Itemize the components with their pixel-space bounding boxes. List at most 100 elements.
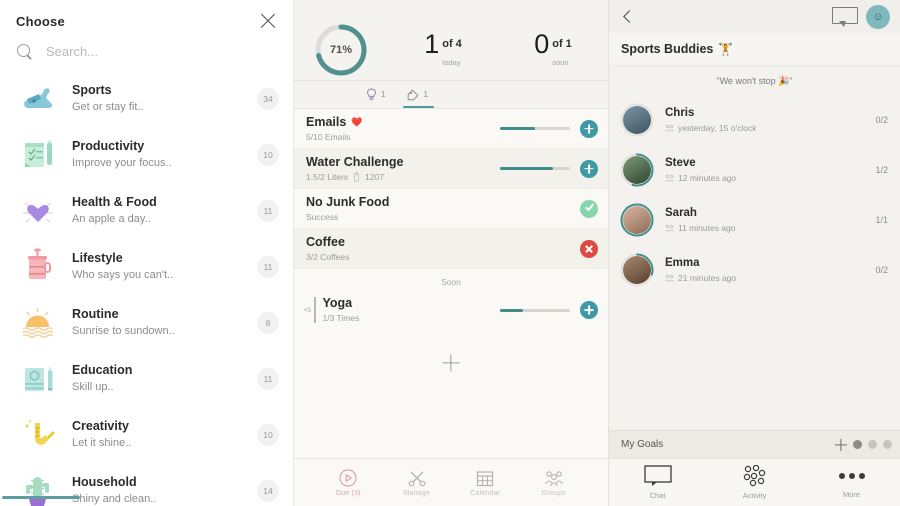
habit-row-no-junk-food[interactable]: No Junk Food Success — [294, 189, 608, 229]
habit-subtitle: 5/10 Emails — [306, 131, 500, 143]
scissors-icon — [408, 471, 426, 486]
close-icon[interactable] — [259, 12, 277, 30]
category-row-health-food[interactable]: Health & Food An apple a day.. 11 — [0, 183, 293, 239]
tab-activity-label: Activity — [742, 491, 767, 500]
avatar[interactable] — [620, 253, 654, 287]
people-icon — [544, 470, 563, 486]
category-text: Education Skill up.. — [72, 363, 257, 395]
speech-bubble-icon[interactable] — [832, 7, 858, 27]
group-title-row: Sports Buddies 🏋️ — [609, 33, 900, 66]
member-row-steve[interactable]: Steve 12 minutes ago 1/2 — [609, 145, 900, 195]
category-name: Routine — [72, 307, 119, 321]
tab-chat-label: Chat — [649, 491, 666, 500]
category-count: 11 — [257, 256, 279, 278]
member-time: 21 minutes ago — [678, 273, 737, 283]
search-icon — [17, 44, 32, 59]
category-count: 34 — [257, 88, 279, 110]
habits-tab-bar: Due (3) Manage Calendar Groups — [294, 458, 608, 506]
page-dot[interactable] — [868, 440, 877, 449]
habit-increment-button[interactable] — [580, 159, 598, 178]
category-count: 10 — [257, 144, 279, 166]
avatar[interactable] — [620, 203, 654, 237]
add-habit-button[interactable] — [294, 330, 608, 371]
habit-name-text: Coffee — [306, 234, 345, 249]
tab-manage[interactable]: Manage — [383, 469, 452, 497]
avatar-progress-ring — [620, 203, 654, 237]
category-count: 14 — [257, 480, 279, 502]
category-row-productivity[interactable]: Productivity Improve your focus.. 10 — [0, 127, 293, 183]
habit-progress-text: 3/2 Coffees — [306, 251, 350, 262]
tab-due[interactable]: Due (3) — [314, 468, 383, 497]
member-score: 1/2 — [875, 165, 888, 175]
french-press-icon — [16, 245, 60, 289]
category-text: Productivity Improve your focus.. — [72, 139, 257, 171]
avatar[interactable] — [620, 153, 654, 187]
page-dot[interactable] — [853, 440, 862, 449]
people-small-icon — [665, 174, 674, 182]
saxophone-icon — [16, 413, 60, 457]
category-row-sports[interactable]: Sports Get or stay fit.. 34 — [0, 71, 293, 127]
sunrise-icon — [16, 301, 60, 345]
habit-progress-bar — [500, 127, 570, 130]
category-name: Education — [72, 363, 133, 377]
member-list: Chris yesterday, 15 o'clock 0/2 Steve 12… — [609, 95, 900, 295]
avatar[interactable]: ☺ — [866, 4, 890, 29]
category-name: Sports — [72, 83, 112, 97]
category-text: Household Shiny and clean.. — [72, 475, 257, 506]
member-time: 11 minutes ago — [678, 223, 736, 233]
category-name: Productivity — [72, 139, 145, 153]
stat-soon-number: 0 — [534, 28, 550, 59]
habit-name: Water Challenge — [306, 155, 500, 170]
habit-success-button[interactable] — [580, 199, 598, 218]
filter-chip-tag[interactable]: 1 — [403, 88, 435, 108]
category-row-routine[interactable]: Routine Sunrise to sundown.. 8 — [0, 295, 293, 351]
member-time: yesterday, 15 o'clock — [678, 123, 757, 133]
habit-row-coffee[interactable]: Coffee 3/2 Coffees — [294, 229, 608, 269]
group-tab-bar: Chat Activity More — [609, 458, 900, 506]
member-row-emma[interactable]: Emma 21 minutes ago 0/2 — [609, 245, 900, 295]
category-row-household[interactable]: Household Shiny and clean.. 14 — [0, 463, 293, 506]
choose-panel: Choose Sports Get or stay fi — [0, 0, 293, 506]
avatar-progress-ring — [620, 103, 654, 137]
habit-fail-button[interactable] — [580, 239, 598, 258]
stat-soon-when: soon — [552, 57, 569, 67]
habit-row-yoga[interactable]: +5 Yoga 1/3 Times — [294, 290, 608, 330]
tab-activity[interactable]: Activity — [706, 465, 803, 500]
speech-bubble-icon — [643, 465, 672, 486]
tab-chat[interactable]: Chat — [609, 465, 706, 500]
stat-today: 1 of 4 today — [388, 30, 498, 70]
category-row-lifestyle[interactable]: Lifestyle Who says you can't.. 11 — [0, 239, 293, 295]
category-name: Lifestyle — [72, 251, 123, 265]
avatar[interactable] — [620, 103, 654, 137]
tab-groups[interactable]: Groups — [520, 469, 589, 497]
bottle-icon — [354, 171, 359, 182]
tab-calendar[interactable]: Calendar — [451, 469, 520, 497]
page-dot[interactable] — [883, 440, 892, 449]
member-name: Emma — [665, 257, 700, 269]
stat-soon: 0 of 1 soon — [498, 28, 608, 70]
my-goals-bar[interactable]: My Goals — [609, 430, 900, 458]
category-count: 10 — [257, 424, 279, 446]
category-row-education[interactable]: Education Skill up.. 11 — [0, 351, 293, 407]
search-input[interactable] — [46, 44, 246, 59]
filter-chip-lightbulb[interactable]: 1 — [366, 88, 385, 105]
habit-name: Coffee — [306, 235, 580, 250]
add-goal-button[interactable] — [835, 439, 847, 451]
member-row-sarah[interactable]: Sarah 11 minutes ago 1/1 — [609, 195, 900, 245]
habit-increment-button[interactable] — [580, 119, 598, 138]
search-bar[interactable] — [0, 36, 293, 71]
back-chevron-icon[interactable] — [621, 10, 635, 24]
group-title: Sports Buddies — [621, 42, 714, 56]
habit-row-emails[interactable]: Emails ❤️ 5/10 Emails — [294, 109, 608, 149]
play-circle-icon — [339, 468, 357, 487]
habit-row-water-challenge[interactable]: Water Challenge 1.5/2 Liters 1207 — [294, 149, 608, 189]
habit-meta-value: 1207 — [365, 171, 384, 182]
habit-increment-button[interactable] — [580, 301, 598, 319]
member-row-chris[interactable]: Chris yesterday, 15 o'clock 0/2 — [609, 95, 900, 145]
category-text: Lifestyle Who says you can't.. — [72, 251, 257, 283]
habit-name-text: Water Challenge — [306, 154, 404, 169]
stat-soon-of: of 1 — [552, 37, 572, 50]
category-name: Household — [72, 475, 137, 489]
tab-more[interactable]: More — [803, 466, 900, 499]
category-row-creativity[interactable]: Creativity Let it shine.. 10 — [0, 407, 293, 463]
